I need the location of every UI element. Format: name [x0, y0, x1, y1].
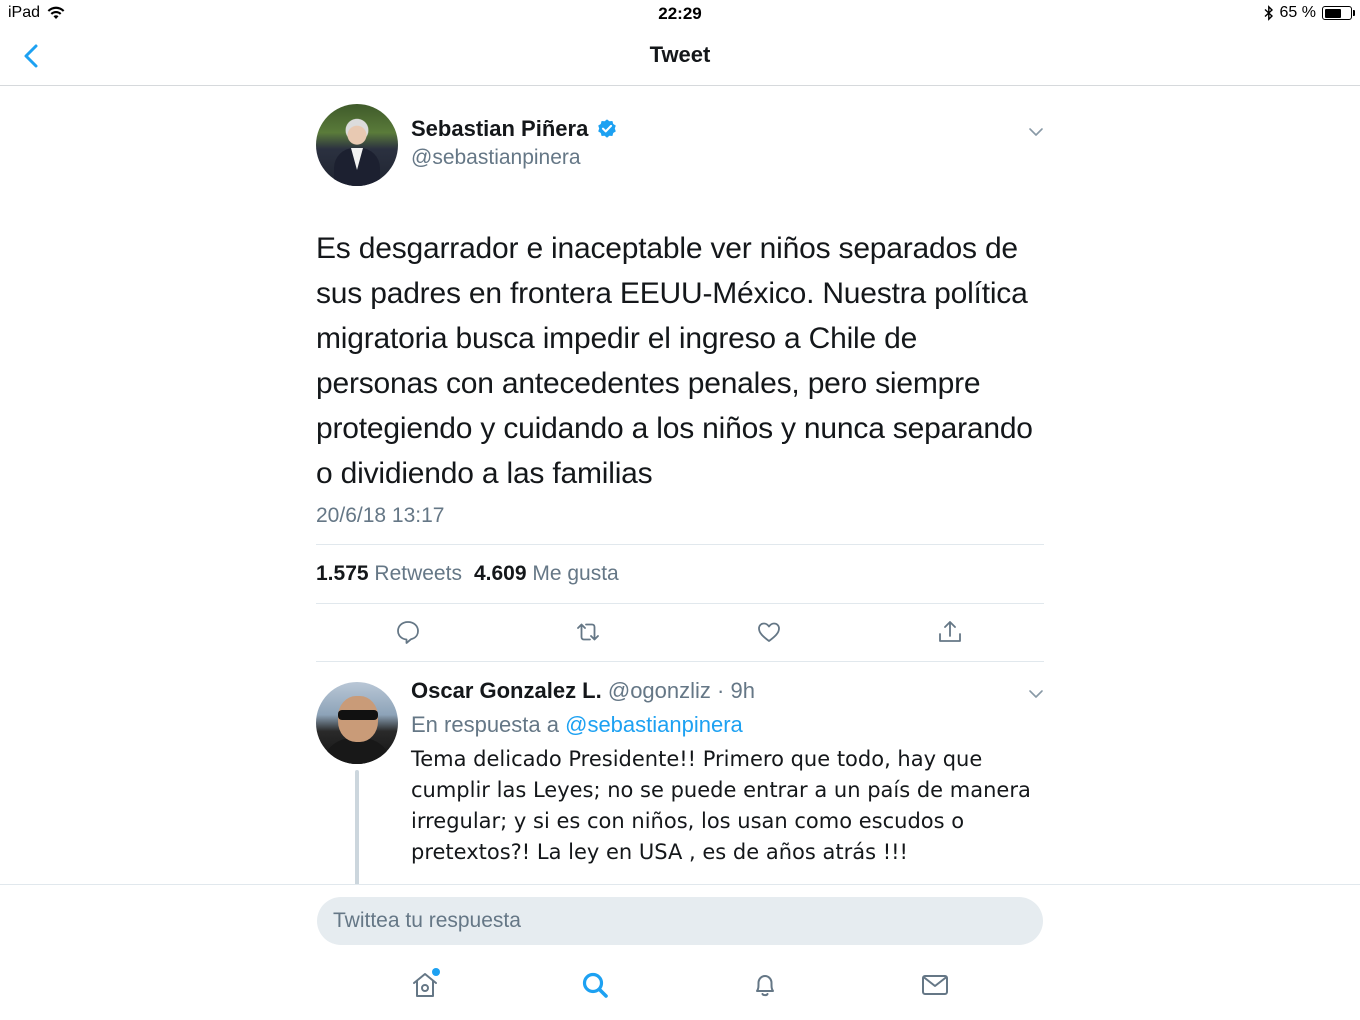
reply-avatar[interactable]	[316, 682, 398, 764]
battery-level-fill	[1324, 8, 1341, 18]
status-time: 22:29	[658, 4, 702, 23]
retweets-stat[interactable]: 1.575 Retweets	[316, 562, 464, 586]
like-heart-icon[interactable]	[755, 618, 783, 646]
messages-envelope-icon[interactable]	[919, 969, 951, 1001]
page-title: Tweet	[649, 42, 711, 67]
tweet-stats: 1.575 Retweets 4.609 Me gusta	[316, 544, 1044, 604]
tweet-text: Es desgarrador e inaceptable ver niños s…	[316, 232, 1033, 490]
search-icon[interactable]	[579, 969, 611, 1001]
reply-text: Tema delicado Presidente!! Primero que t…	[411, 747, 1031, 864]
battery-icon	[1322, 6, 1355, 20]
chevron-down-icon[interactable]	[1028, 124, 1044, 140]
tweet-detail: Sebastian Piñera @sebastianpinera Es des…	[316, 86, 1044, 900]
reply-header: Oscar Gonzalez L. @ogonzliz · 9h	[411, 678, 755, 704]
retweets-label: Retweets	[374, 562, 462, 585]
reply-display-name[interactable]: Oscar Gonzalez L.	[411, 678, 602, 703]
share-icon[interactable]	[936, 618, 964, 646]
new-content-dot	[432, 968, 440, 976]
tweet-actions	[316, 604, 1044, 662]
reply-icon[interactable]	[394, 618, 422, 646]
in-reply-to: En respuesta a @sebastianpinera	[411, 712, 743, 738]
in-reply-to-prefix: En respuesta a	[411, 712, 559, 737]
thread-line	[355, 770, 359, 900]
navigation-bar: Tweet	[0, 28, 1360, 86]
status-bar: iPad 22:29 65 %	[0, 0, 1360, 28]
chevron-down-icon[interactable]	[1028, 686, 1044, 702]
battery-percent: 65 %	[1279, 4, 1316, 21]
likes-label: Me gusta	[532, 562, 619, 585]
reply-input[interactable]	[317, 897, 1043, 945]
user-handle[interactable]: @sebastianpinera	[411, 146, 581, 170]
display-name[interactable]: Sebastian Piñera	[411, 116, 588, 142]
reply-tweet[interactable]: Oscar Gonzalez L. @ogonzliz · 9h En resp…	[316, 662, 1044, 900]
avatar[interactable]	[316, 104, 398, 186]
verified-badge-icon	[598, 119, 617, 138]
notifications-bell-icon[interactable]	[749, 969, 781, 1001]
bluetooth-icon	[1264, 5, 1273, 21]
likes-count: 4.609	[473, 562, 527, 585]
status-right: 65 %	[1264, 4, 1355, 22]
tweet-timestamp: 20/6/18 13:17	[316, 504, 445, 527]
bottom-bar	[0, 884, 1360, 1020]
display-name-row: Sebastian Piñera	[411, 116, 618, 142]
in-reply-to-handle[interactable]: @sebastianpinera	[565, 712, 743, 737]
reply-avatar-sunglasses	[338, 710, 378, 720]
retweets-count: 1.575	[316, 562, 369, 585]
likes-stat[interactable]: 4.609 Me gusta	[474, 562, 621, 586]
retweet-icon[interactable]	[574, 618, 602, 646]
reply-meta: @ogonzliz · 9h	[607, 678, 755, 703]
tweet-header: Sebastian Piñera @sebastianpinera	[316, 86, 1044, 206]
